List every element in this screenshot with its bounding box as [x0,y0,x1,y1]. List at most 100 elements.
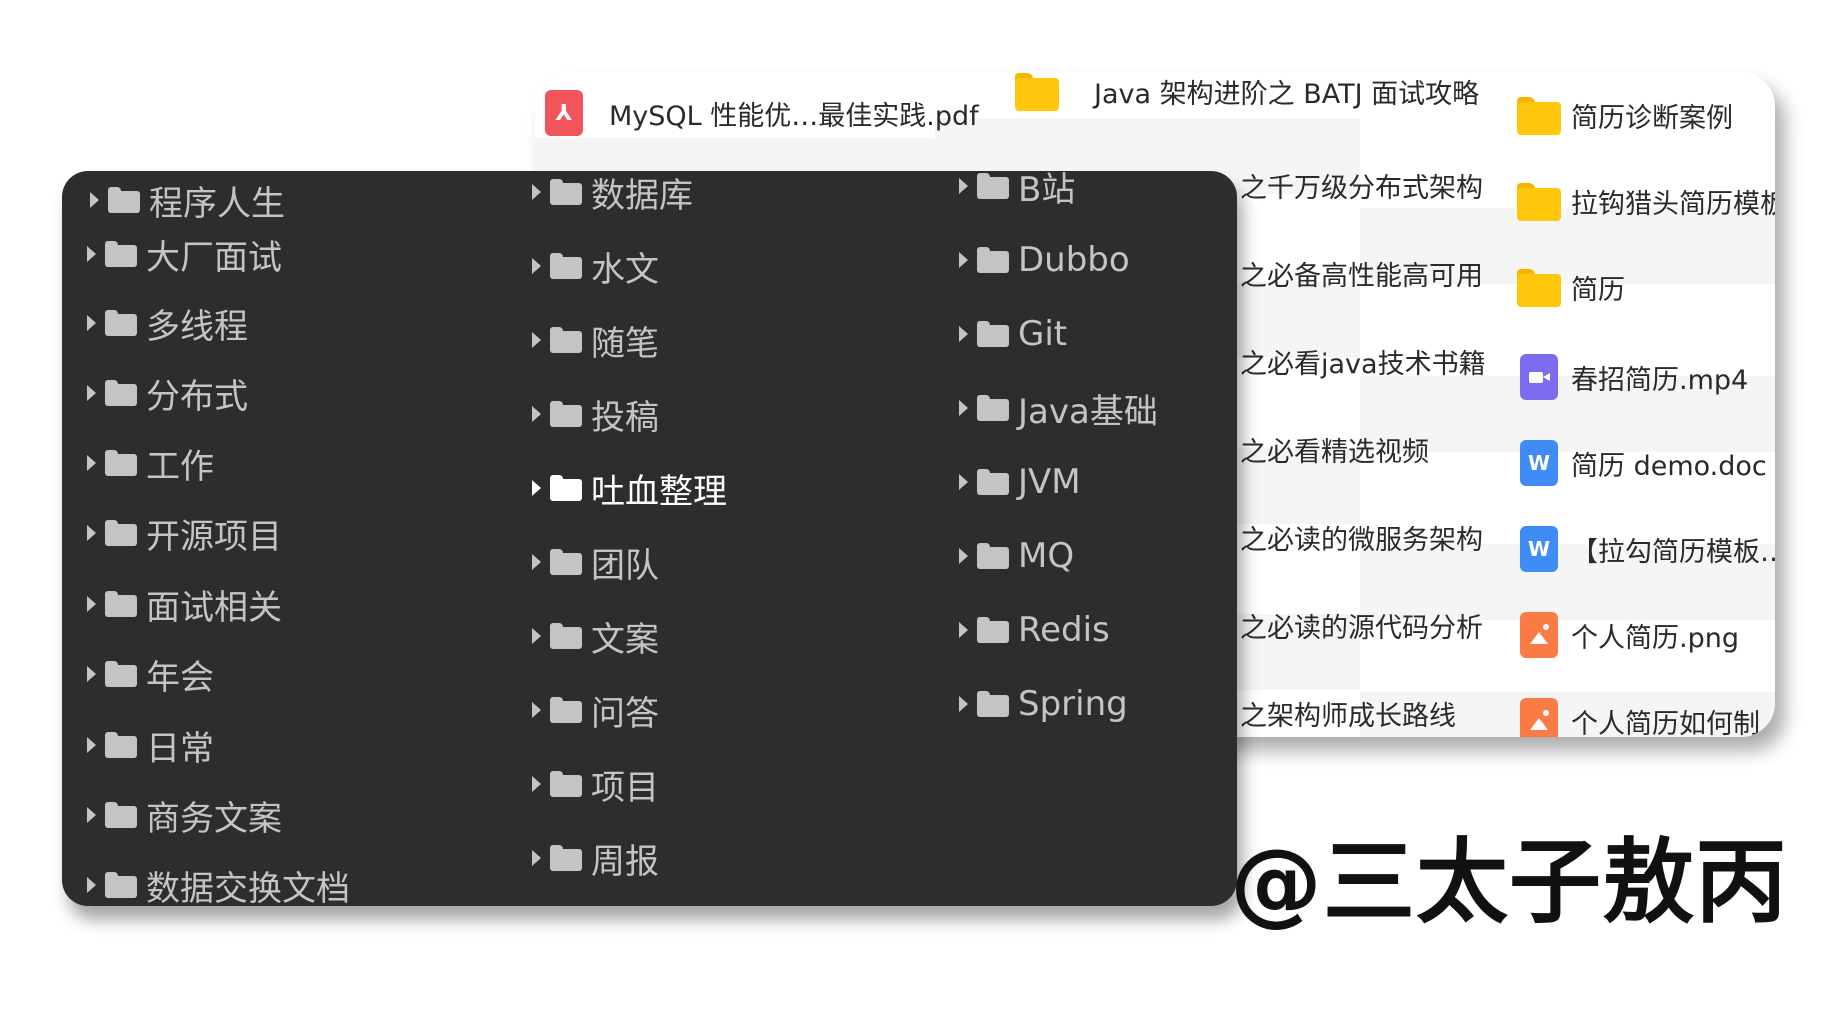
folder-icon [977,321,1009,347]
disclosure-triangle-icon[interactable] [87,737,96,753]
disclosure-triangle-icon[interactable] [87,525,96,541]
tree-item[interactable]: 工作 [87,443,214,487]
tree-item[interactable]: Java基础 [959,388,1158,432]
file-item-folder[interactable]: 之必看java技术书籍 [1240,342,1486,381]
tree-item[interactable]: 问答 [532,690,659,734]
tree-item-selected[interactable]: 吐血整理 [532,468,727,512]
tree-item[interactable]: JVM [959,462,1081,502]
disclosure-triangle-icon[interactable] [532,850,541,866]
folder-icon [105,872,137,898]
tree-item[interactable]: 数据库 [532,172,693,216]
disclosure-triangle-icon[interactable] [532,332,541,348]
disclosure-triangle-icon[interactable] [959,252,968,268]
image-icon [1520,612,1558,658]
disclosure-triangle-icon[interactable] [87,666,96,682]
disclosure-triangle-icon[interactable] [87,385,96,401]
folder-icon [550,327,582,353]
file-name: 之必读的源代码分析 [1240,613,1483,644]
disclosure-triangle-icon[interactable] [532,702,541,718]
disclosure-triangle-icon[interactable] [532,480,541,496]
file-name: 之必看精选视频 [1240,437,1429,468]
file-item-image[interactable]: 个人简历.png [1520,612,1739,658]
tree-item[interactable]: 项目 [532,764,659,808]
file-item-folder[interactable]: Java 架构进阶之 BATJ 面试攻略 [1015,72,1479,111]
disclosure-triangle-icon[interactable] [532,258,541,274]
file-item-pdf[interactable]: ⅄ MySQL 性能优…最佳实践.pdf [545,90,979,136]
file-item-folder[interactable]: 简历 [1517,268,1625,307]
tree-item[interactable]: 水文 [532,246,659,290]
folder-icon [550,697,582,723]
file-item-folder[interactable]: 之千万级分布式架构 [1240,166,1483,205]
tree-item[interactable]: B站 [959,171,1075,210]
tree-item[interactable]: 分布式 [87,373,248,417]
tree-item[interactable]: Dubbo [959,240,1130,280]
folder-tree-panel: 程序人生 大厂面试 多线程 分布式 工作 开源项目 面试相关 年会 日常 商务文… [62,171,1237,906]
file-name: 简历 [1571,275,1625,306]
folder-icon [550,401,582,427]
tree-item[interactable]: 文案 [532,616,659,660]
file-item-folder[interactable]: 拉钩猎头简历模板 [1517,182,1775,221]
video-icon [1520,354,1558,400]
file-item-video[interactable]: 春招简历.mp4 [1520,354,1748,400]
disclosure-triangle-icon[interactable] [532,184,541,200]
tree-item[interactable]: 投稿 [532,394,659,438]
folder-icon [977,395,1009,421]
disclosure-triangle-icon[interactable] [959,400,968,416]
disclosure-triangle-icon[interactable] [959,696,968,712]
tree-item[interactable]: 多线程 [87,303,248,347]
folder-icon [550,475,582,501]
disclosure-triangle-icon[interactable] [87,807,96,823]
tree-item[interactable]: 日常 [87,725,214,769]
word-icon: W [1520,526,1558,572]
tree-item[interactable]: 随笔 [532,320,659,364]
tree-item[interactable]: 团队 [532,542,659,586]
file-item-folder[interactable]: 之必读的源代码分析 [1240,606,1483,645]
tree-item[interactable]: 大厂面试 [87,234,282,278]
folder-icon [105,241,137,267]
tree-item[interactable]: Redis [959,610,1110,650]
disclosure-triangle-icon[interactable] [532,406,541,422]
tree-item[interactable]: MQ [959,536,1074,576]
disclosure-triangle-icon[interactable] [959,622,968,638]
folder-icon [977,173,1009,199]
disclosure-triangle-icon[interactable] [90,192,99,208]
folder-icon [105,591,137,617]
file-item-folder[interactable]: 之必读的微服务架构 [1240,518,1483,557]
tree-item[interactable]: 开源项目 [87,513,282,557]
file-item-doc[interactable]: W 简历 demo.doc [1520,440,1767,486]
folder-icon [105,310,137,336]
disclosure-triangle-icon[interactable] [87,877,96,893]
tree-item[interactable]: 数据交换文档 [87,865,350,906]
file-name: 之必读的微服务架构 [1240,525,1483,556]
tree-item[interactable]: 周报 [532,838,659,882]
disclosure-triangle-icon[interactable] [87,596,96,612]
tree-item[interactable]: 年会 [87,654,214,698]
file-item-folder[interactable]: 简历诊断案例 [1517,96,1733,135]
tree-item[interactable]: Spring [959,684,1128,724]
tree-item[interactable]: 商务文案 [87,795,282,839]
disclosure-triangle-icon[interactable] [532,554,541,570]
file-item-doc[interactable]: W 【拉勾简历模板… [1520,526,1775,572]
folder-icon [1015,72,1059,111]
disclosure-triangle-icon[interactable] [87,315,96,331]
disclosure-triangle-icon[interactable] [959,178,968,194]
tree-item[interactable]: 面试相关 [87,584,282,628]
disclosure-triangle-icon[interactable] [959,474,968,490]
file-name: 之架构师成长路线 [1240,701,1456,732]
disclosure-triangle-icon[interactable] [959,326,968,342]
disclosure-triangle-icon[interactable] [87,455,96,471]
disclosure-triangle-icon[interactable] [959,548,968,564]
file-item-folder[interactable]: 之必备高性能高可用 [1240,254,1483,293]
tree-item[interactable]: Git [959,314,1067,354]
file-item-folder[interactable]: 之必看精选视频 [1240,430,1429,469]
file-name: 个人简历如何制… [1571,708,1775,738]
file-name: Java 架构进阶之 BATJ 面试攻略 [1094,79,1480,110]
folder-icon [550,549,582,575]
tree-item[interactable]: 程序人生 [90,180,285,224]
disclosure-triangle-icon[interactable] [532,628,541,644]
file-item-folder[interactable]: 之架构师成长路线 [1240,694,1456,733]
disclosure-triangle-icon[interactable] [532,776,541,792]
folder-icon [977,469,1009,495]
disclosure-triangle-icon[interactable] [87,246,96,262]
file-item-image[interactable]: 个人简历如何制… [1520,698,1775,737]
